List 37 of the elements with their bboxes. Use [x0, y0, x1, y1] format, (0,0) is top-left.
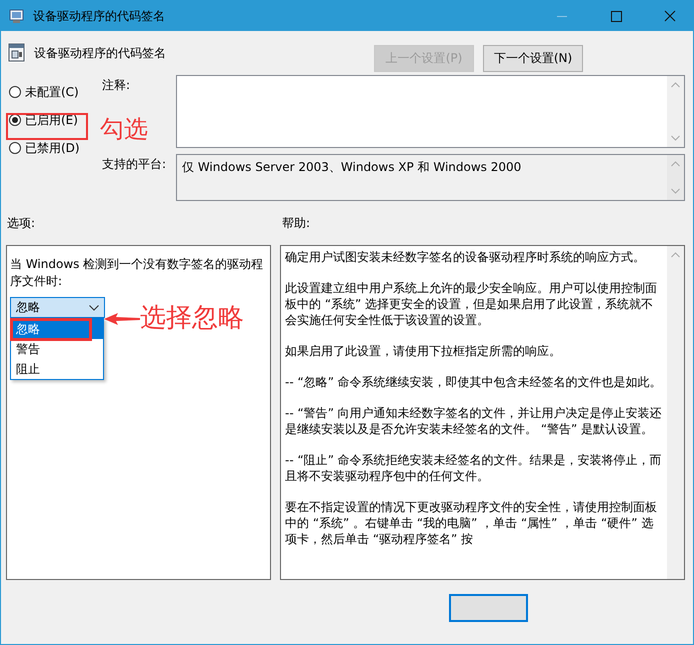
options-label: 选项:: [6, 215, 36, 232]
window-title: 设备驱动程序的代码签名: [33, 8, 165, 24]
help-paragraph: 要在不指定设置的情况下更改驱动程序文件的安全性，请使用控制面板中的 “系统” 。右键单击 “我的电脑” ，单击 “属性” ，单击 “硬件” 选项卡，然后单击 “驱动程序签名” 按: [285, 499, 658, 547]
pointer-arrow: [104, 312, 140, 326]
setting-title: 设备驱动程序的代码签名: [34, 44, 166, 62]
help-paragraph: -- “忽略” 命令系统继续安装，即使其中包含未经签名的文件也是如此。: [285, 374, 663, 390]
dialog-button[interactable]: [449, 594, 528, 622]
radio-button[interactable]: [9, 114, 21, 126]
dropdown-option[interactable]: 阻止: [11, 359, 103, 379]
scroll-down-icon[interactable]: [671, 188, 680, 194]
help-paragraph: -- “警告” 向用户通知未经数字签名的文件，并让用户决定是停止安装还是继续安装以及是否允许安装未经签名的文件。 “警告” 是默认设置。: [285, 405, 663, 437]
comment-label: 注释:: [102, 77, 132, 94]
help-paragraph: 如果启用了此设置，请使用下拉框指定所需的响应。: [285, 343, 562, 359]
response-dropdown[interactable]: 忽略: [10, 297, 105, 318]
radio-button[interactable]: [9, 86, 21, 98]
comment-field[interactable]: [176, 75, 685, 148]
scroll-up-icon[interactable]: [671, 252, 680, 258]
platform-field: 仅 Windows Server 2003、Windows XP 和 Windows 2000: [176, 154, 685, 201]
help-paragraph: 此设置建立组中用户系统上允许的最少安全响应。用户可以使用控制面板中的 “系统” 选择更安全的设置，但是如果启用了此设置，系统就不会实施任何安全性低于该设置的设置。: [285, 280, 658, 328]
help-paragraph: 确定用户试图安装未经数字签名的设备驱动程序时系统的响应方式。: [285, 249, 646, 265]
radio-option[interactable]: 未配置(C): [6, 82, 96, 102]
radio-option[interactable]: 已启用(E): [6, 110, 96, 130]
annotation-text: 选择忽略: [140, 302, 244, 335]
platform-label: 支持的平台:: [102, 156, 168, 173]
scroll-up-icon[interactable]: [671, 161, 680, 167]
annotation-text: 勾选: [100, 114, 148, 144]
radio-option[interactable]: 已禁用(D): [6, 138, 96, 158]
scroll-down-icon[interactable]: [671, 135, 680, 141]
dropdown-option[interactable]: 警告: [11, 339, 103, 359]
options-prompt: 当 Windows 检测到一个没有数字签名的驱动程序文件时:: [10, 256, 264, 290]
next-setting-button[interactable]: 下一个设置(N): [483, 45, 583, 72]
scroll-up-icon[interactable]: [671, 82, 680, 88]
help-label: 帮助:: [281, 215, 310, 232]
help-paragraph: -- “阻止” 命令系统拒绝安装未经签名的文件。结果是，安装将停止，而且将不安装驱动程序包中的任何文件。: [285, 452, 663, 484]
chevron-down-icon: [89, 304, 99, 310]
radio-button[interactable]: [9, 142, 21, 154]
settings-page-icon: [8, 43, 26, 63]
